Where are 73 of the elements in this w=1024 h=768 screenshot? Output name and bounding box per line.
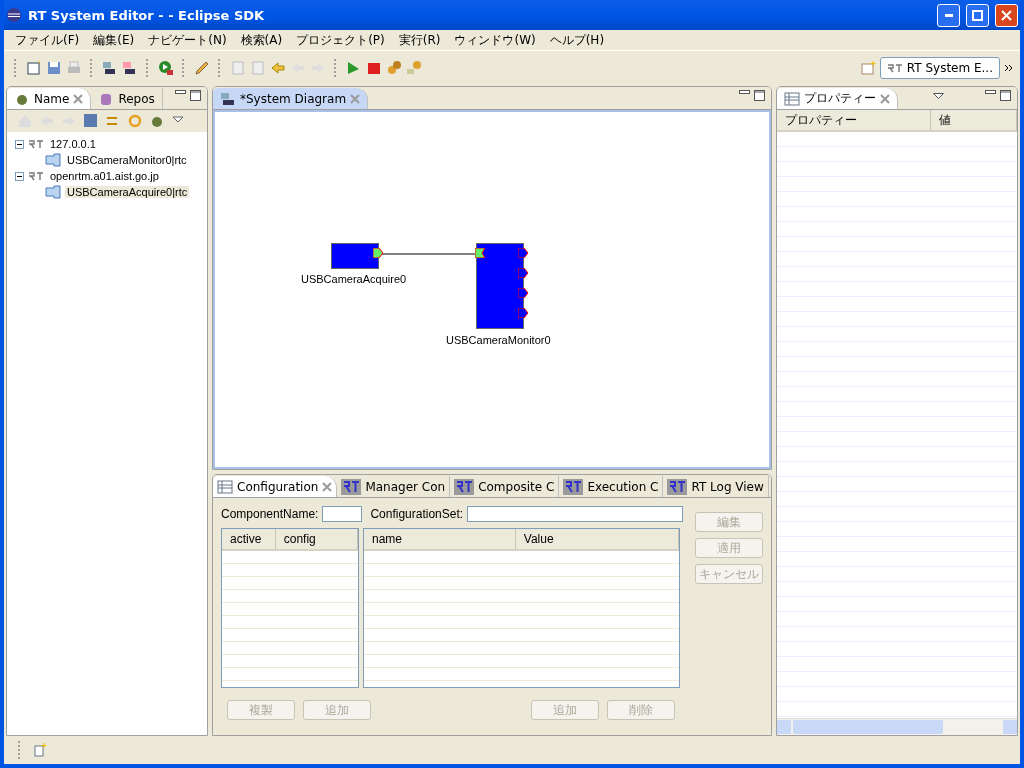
column-header[interactable]: name [364, 529, 516, 549]
menu-item[interactable]: ヘルプ(H) [542, 31, 612, 49]
tree-item[interactable]: USBCameraAcquire0|rtc [65, 186, 190, 198]
minimize-icon[interactable] [985, 90, 996, 95]
table-icon [784, 90, 800, 107]
collapse-icon[interactable] [15, 139, 24, 149]
input-field[interactable] [322, 506, 363, 522]
new-file-icon[interactable] [26, 59, 42, 76]
menu-item[interactable]: 実行(R) [391, 31, 448, 49]
save-icon[interactable] [46, 59, 62, 76]
close-icon [322, 481, 333, 492]
close-button[interactable] [995, 3, 1018, 27]
component-block[interactable] [331, 243, 379, 269]
close-icon [73, 93, 84, 104]
column-header[interactable]: config [275, 529, 358, 549]
view-tab[interactable]: プロパティー [777, 88, 898, 109]
maximize-button[interactable] [966, 3, 989, 27]
column-header[interactable]: プロパティー [777, 110, 931, 130]
tree-item[interactable]: openrtm.a01.aist.go.jp [48, 170, 161, 182]
rt-logo-icon [341, 478, 362, 495]
rt-node-icon [886, 62, 903, 73]
dropdown-icon[interactable] [933, 92, 944, 99]
menu-item[interactable]: 編集(E) [86, 31, 142, 49]
table-icon [217, 478, 233, 495]
horizontal-scrollbar[interactable] [777, 718, 1017, 735]
column-header[interactable]: 値 [930, 110, 1017, 130]
minimize-button[interactable] [937, 3, 960, 27]
close-icon [350, 93, 361, 104]
tree-item[interactable]: USBCameraMonitor0|rtc [65, 154, 189, 166]
field-label: ComponentName: [221, 507, 319, 521]
rt-logo-icon [667, 478, 688, 495]
run-icon[interactable] [158, 59, 174, 76]
column-header[interactable]: active [222, 529, 276, 549]
maximize-icon [972, 9, 983, 21]
menu-item[interactable]: 検索(A) [233, 31, 290, 49]
print-icon[interactable] [66, 59, 82, 76]
chevron-icon [1004, 63, 1014, 72]
menu-item[interactable]: ウィンドウ(W) [447, 31, 543, 49]
maximize-icon[interactable] [754, 90, 765, 101]
diagram-icon [220, 90, 236, 107]
rt-logo-icon [563, 478, 584, 495]
column-header[interactable]: Value [515, 529, 679, 549]
rt-node-icon [28, 171, 44, 181]
component-icon [45, 153, 61, 167]
minimize-icon[interactable] [739, 90, 750, 95]
close-icon [1001, 9, 1012, 21]
editor-tab[interactable]: *System Diagram [213, 88, 369, 109]
perspective-button[interactable]: RT System E... [879, 56, 1000, 79]
open-perspective-icon[interactable] [859, 59, 876, 76]
collapse-icon[interactable] [15, 171, 24, 181]
menu-item[interactable]: プロジェクト(P) [289, 31, 392, 49]
rt-logo-icon [454, 478, 475, 495]
field-label: ConfigurationSet: [370, 507, 464, 521]
menu-item[interactable]: ファイル(F) [8, 31, 87, 49]
component-name: USBCameraAcquire0 [301, 273, 407, 285]
view-tab[interactable]: Name [7, 88, 92, 109]
view-tab[interactable]: Configuration [213, 476, 338, 497]
component-icon [45, 185, 61, 199]
eclipse-logo-icon [6, 7, 22, 23]
window-title: RT System Editor - - Eclipse SDK [28, 7, 266, 23]
maximize-icon[interactable] [190, 90, 201, 101]
minimize-icon [944, 13, 953, 17]
component-name: USBCameraMonitor0 [446, 334, 551, 346]
minimize-icon[interactable] [175, 90, 186, 95]
tree-item[interactable]: 127.0.0.1 [48, 138, 98, 150]
rt-node-icon [28, 139, 44, 149]
menu-item[interactable]: ナビゲート(N) [141, 31, 234, 49]
input-field[interactable] [467, 506, 684, 522]
pen-icon[interactable] [194, 59, 210, 76]
left-arrow-icon[interactable] [270, 59, 286, 76]
close-icon [880, 93, 890, 104]
maximize-icon[interactable] [1000, 90, 1011, 101]
fast-view-icon[interactable] [32, 742, 48, 758]
